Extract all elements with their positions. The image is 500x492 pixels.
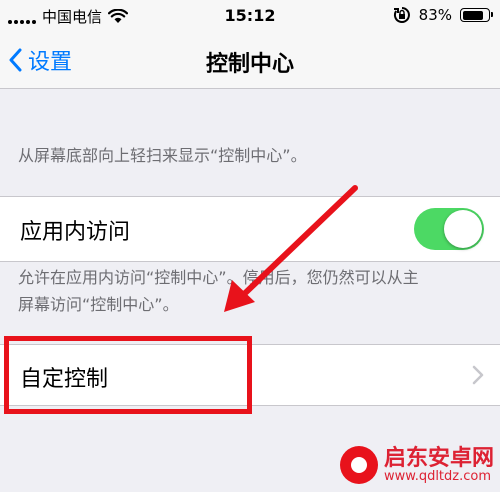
annotation-arrow bbox=[224, 185, 358, 312]
watermark-url: www.qdltdz.com bbox=[383, 468, 492, 484]
watermark: 启东安卓网 www.qdltdz.com bbox=[339, 445, 494, 484]
watermark-title: 启东安卓网 bbox=[383, 445, 494, 471]
watermark-logo-icon bbox=[339, 446, 378, 484]
